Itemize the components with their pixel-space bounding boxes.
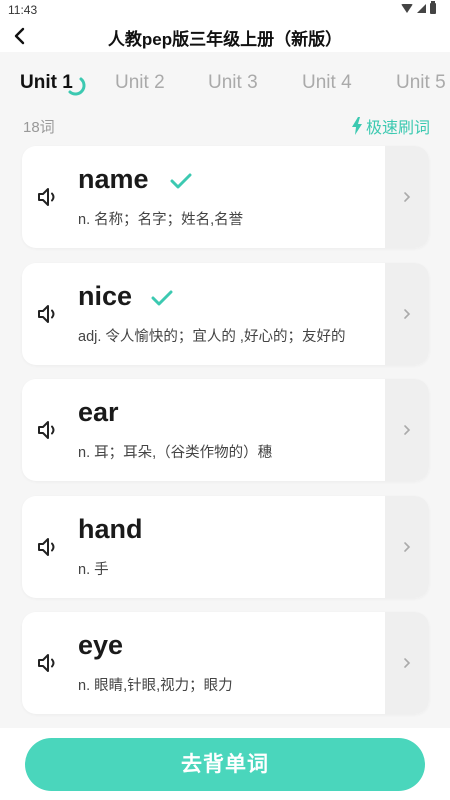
bottom-bar: 去背单词 [0, 728, 450, 800]
page-title: 人教pep版三年级上册（新版） [107, 30, 343, 49]
quick-review-label: 极速刷词 [365, 120, 430, 137]
app-bar: 人教pep版三年级上册（新版） [0, 20, 450, 52]
word-count: 18词 [23, 119, 55, 136]
word-detail-button[interactable] [385, 496, 429, 598]
word-text: nice [78, 281, 133, 311]
word-meaning: n. 眼睛,针眼,视力；眼力 [78, 678, 233, 694]
check-icon [151, 290, 173, 306]
speaker-icon[interactable] [37, 536, 61, 558]
speaker-icon[interactable] [37, 303, 61, 325]
status-icons [401, 1, 436, 14]
status-time: 11:43 [8, 3, 38, 17]
word-card[interactable]: nice adj. 令人愉快的；宜人的 ,好心的；友好的 [22, 263, 429, 365]
status-bar: 11:43 [0, 0, 450, 20]
word-detail-button[interactable] [385, 379, 429, 481]
tab-unit-1[interactable]: Unit 1 [20, 72, 73, 94]
word-card[interactable]: hand n. 手 [22, 496, 429, 598]
chevron-right-icon [404, 425, 411, 435]
start-memorize-button[interactable]: 去背单词 [25, 738, 425, 791]
word-meaning: n. 手 [78, 562, 109, 578]
unit-tabs: Unit 1 Unit 2 Unit 3 Unit 4 Unit 5 [0, 52, 450, 108]
word-detail-button[interactable] [385, 612, 429, 714]
tab-unit-3[interactable]: Unit 3 [208, 72, 258, 94]
word-card[interactable]: eye n. 眼睛,针眼,视力；眼力 [22, 612, 429, 714]
check-icon [170, 173, 192, 189]
chevron-right-icon [404, 309, 411, 319]
speaker-icon[interactable] [37, 186, 61, 208]
active-tab-indicator [68, 77, 86, 96]
speaker-icon[interactable] [37, 652, 61, 674]
lightning-icon [351, 117, 362, 135]
word-text: hand [78, 514, 143, 544]
word-card[interactable]: name n. 名称；名字；姓名,名誉 [22, 146, 429, 248]
tab-unit-2[interactable]: Unit 2 [115, 72, 165, 94]
tab-unit-4[interactable]: Unit 4 [302, 72, 352, 94]
battery-icon [430, 1, 436, 14]
chevron-right-icon [404, 542, 411, 552]
word-meaning: n. 名称；名字；姓名,名誉 [78, 212, 244, 228]
quick-review-button[interactable]: 极速刷词 [351, 114, 430, 138]
speaker-icon[interactable] [37, 419, 61, 441]
word-text: name [78, 164, 149, 194]
word-text: ear [78, 397, 119, 427]
wifi-icon [401, 4, 413, 13]
tab-unit-5[interactable]: Unit 5 [396, 72, 446, 94]
word-detail-button[interactable] [385, 146, 429, 248]
word-card[interactable]: ear n. 耳；耳朵,（谷类作物的）穗 [22, 379, 429, 481]
word-meaning: n. 耳；耳朵,（谷类作物的）穗 [78, 445, 273, 461]
word-detail-button[interactable] [385, 263, 429, 365]
word-text: eye [78, 630, 124, 660]
meta-row: 18词 极速刷词 [0, 112, 450, 140]
chevron-right-icon [404, 658, 411, 668]
chevron-right-icon [404, 192, 411, 202]
signal-icon [417, 4, 426, 13]
word-meaning: adj. 令人愉快的；宜人的 ,好心的；友好的 [78, 329, 346, 345]
